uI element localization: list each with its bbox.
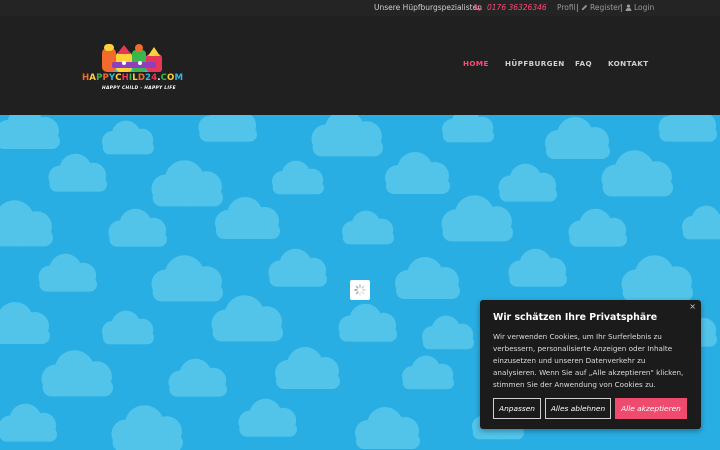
logo-letter: O <box>167 73 175 83</box>
cloud-shape <box>198 115 257 142</box>
cloud-shape <box>151 160 223 207</box>
login-link[interactable]: Login <box>634 3 654 12</box>
site-header: HAPPYCHILD24.COM HAPPY CHILD - HAPPY LIF… <box>0 16 720 115</box>
cloud-shape <box>102 310 154 345</box>
cloud-shape <box>38 253 97 292</box>
nav-faq[interactable]: FAQ <box>575 59 592 68</box>
logo-letter: H <box>121 73 129 83</box>
cloud-shape <box>402 355 454 390</box>
topbar-tagline: Unsere Hüpfburgspezialisten <box>374 3 482 12</box>
cloud-shape <box>111 405 183 450</box>
pencil-icon <box>581 3 588 12</box>
cloud-shape <box>215 197 280 239</box>
cloud-shape <box>508 248 567 287</box>
cloud-shape <box>385 152 450 194</box>
cloud-shape <box>682 205 720 240</box>
top-utility-bar: Unsere Hüpfburgspezialisten 0176 3632634… <box>0 0 720 16</box>
profile-link[interactable]: Profil <box>557 3 576 12</box>
cloud-shape <box>275 347 340 389</box>
register-link[interactable]: Register <box>590 3 621 12</box>
user-icon <box>625 3 632 12</box>
nav-home[interactable]: HOME <box>463 59 489 68</box>
logo-tagline: HAPPY CHILD - HAPPY LIFE <box>102 86 176 91</box>
nav-huepfburgen[interactable]: HÜPFBURGEN <box>505 59 565 68</box>
spinner-icon <box>350 280 370 300</box>
cookie-text: Wir verwenden Cookies, um Ihr Surferlebn… <box>493 332 684 389</box>
site-logo[interactable]: HAPPYCHILD24.COM HAPPY CHILD - HAPPY LIF… <box>82 42 188 96</box>
customize-button[interactable]: Anpassen <box>493 398 541 419</box>
cloud-shape <box>568 208 627 247</box>
cloud-shape <box>151 255 223 302</box>
cookie-title: Wir schätzen Ihre Privatsphäre <box>493 312 658 323</box>
cookie-consent-dialog: × Wir schätzen Ihre Privatsphäre Wir ver… <box>480 300 701 429</box>
logo-letter: H <box>82 73 90 83</box>
cloud-shape <box>0 403 57 442</box>
cloud-shape <box>272 160 324 195</box>
logo-letter: A <box>89 73 97 83</box>
cloud-shape <box>311 115 383 157</box>
cloud-shape <box>545 117 610 159</box>
cloud-shape <box>442 115 494 143</box>
accept-all-button[interactable]: Alle akzeptieren <box>615 398 687 419</box>
logo-wordmark: HAPPYCHILD24.COM <box>82 73 183 83</box>
cloud-shape <box>342 210 394 245</box>
cloud-shape <box>422 315 474 350</box>
cloud-shape <box>108 208 167 247</box>
cloud-shape <box>41 350 113 397</box>
cloud-shape <box>211 295 283 342</box>
cloud-shape <box>338 303 397 342</box>
cloud-shape <box>168 358 227 397</box>
bouncy-castle-logo-graphic <box>102 44 162 72</box>
close-icon[interactable]: × <box>689 302 696 311</box>
phone-number-link[interactable]: 0176 36326346 <box>487 3 547 12</box>
reject-all-button[interactable]: Alles ablehnen <box>545 398 611 419</box>
nav-kontakt[interactable]: KONTAKT <box>608 59 649 68</box>
cloud-shape <box>498 163 557 202</box>
cloud-shape <box>355 407 420 449</box>
topbar-separator: | <box>620 3 623 12</box>
cloud-shape <box>0 302 50 344</box>
topbar-separator: | <box>576 3 579 12</box>
cloud-shape <box>601 150 673 197</box>
cloud-shape <box>0 115 60 149</box>
logo-letter: M <box>174 73 184 83</box>
cloud-shape <box>102 120 154 155</box>
cloud-shape <box>48 153 107 192</box>
cloud-shape <box>268 248 327 287</box>
phone-icon <box>474 3 481 12</box>
cloud-shape <box>0 200 53 247</box>
cloud-shape <box>658 115 717 142</box>
cloud-shape <box>395 257 460 299</box>
cloud-shape <box>441 195 513 242</box>
cloud-shape <box>238 398 297 437</box>
logo-letter: D <box>137 73 146 83</box>
cloud-shape <box>621 255 693 302</box>
